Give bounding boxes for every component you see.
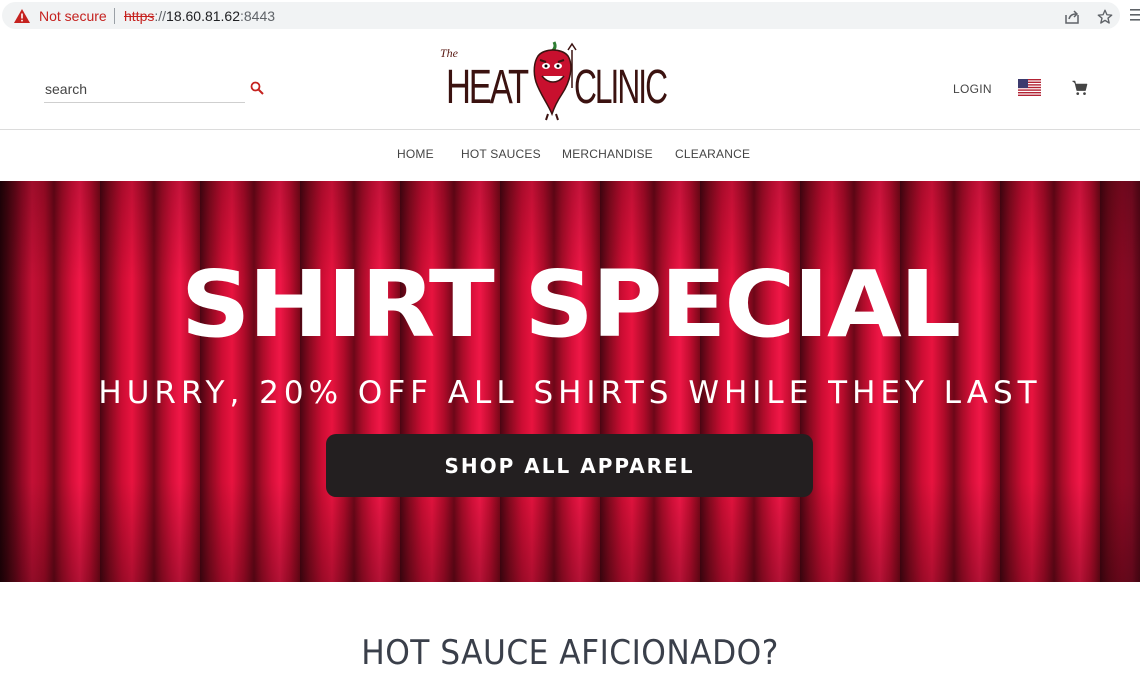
url-scheme: https [124,8,155,24]
logo-the-text: The [440,46,458,60]
nav-item-home[interactable]: HOME [397,147,434,161]
pepper-mascot-icon [533,41,577,121]
us-flag-icon[interactable] [1018,79,1041,96]
url-text[interactable]: https://18.60.81.62:8443 [124,8,275,24]
browser-toolbar: Not secure https://18.60.81.62:8443 [0,0,1140,32]
nav-item-merchandise[interactable]: MERCHANDISE [562,147,653,161]
warning-icon[interactable] [14,9,30,23]
security-status[interactable]: Not secure [39,8,107,24]
logo-clinic-text: CLINIC [574,61,668,114]
address-bar[interactable]: Not secure https://18.60.81.62:8443 [2,2,1120,29]
site-logo[interactable]: The HEAT CLINIC [436,38,676,124]
url-scheme-separator: :// [154,8,167,24]
search-input[interactable] [44,78,245,103]
hero-subtitle: HURRY, 20% OFF ALL SHIRTS WHILE THEY LAS… [98,375,1042,411]
url-host: 18.60.81.62 [166,8,240,24]
logo-heat-text: HEAT [446,61,529,114]
search-icon[interactable] [250,81,264,95]
section-title: HOT SAUCE AFICIONADO? [361,633,779,673]
browser-menu-icon[interactable] [1130,8,1140,22]
hero-title: SHIRT SPECIAL [180,251,961,358]
main-nav: HOME HOT SAUCES MERCHANDISE CLEARANCE [0,130,1140,180]
login-link[interactable]: LOGIN [953,82,992,96]
nav-item-hot-sauces[interactable]: HOT SAUCES [461,147,541,161]
bookmark-star-icon[interactable] [1096,8,1114,26]
url-separator [114,8,115,24]
site-header: The HEAT CLINIC LOGIN [0,32,1140,130]
nav-item-clearance[interactable]: CLEARANCE [675,147,750,161]
share-icon[interactable] [1064,9,1080,25]
url-port: :8443 [240,8,276,24]
hero-banner[interactable]: SHIRT SPECIAL HURRY, 20% OFF ALL SHIRTS … [0,181,1140,582]
shop-all-apparel-button[interactable]: SHOP ALL APPAREL [326,434,813,497]
shopping-cart-icon[interactable] [1071,79,1089,97]
